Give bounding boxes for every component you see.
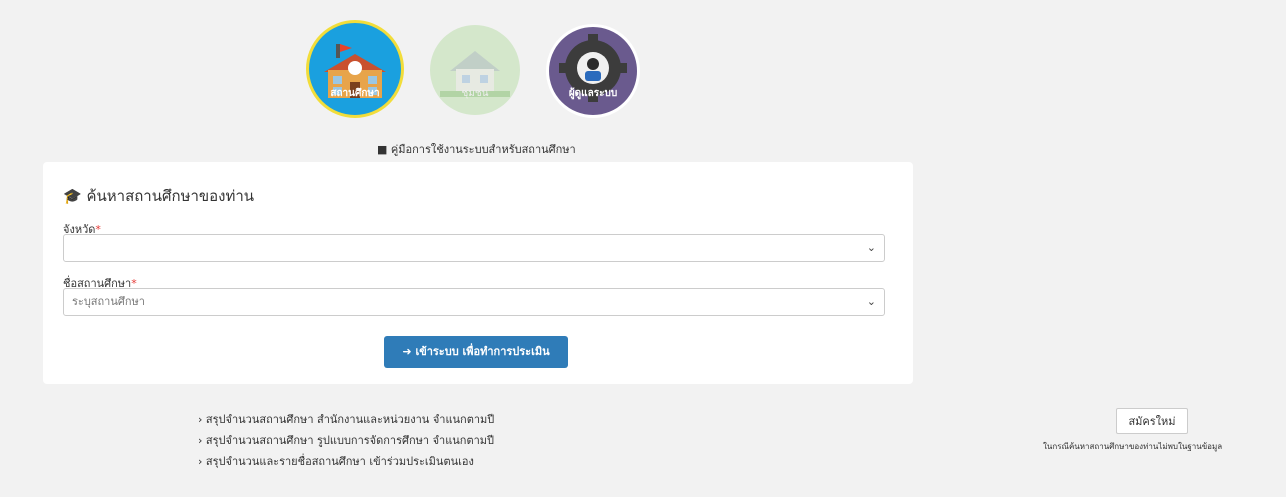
summary-link-label: สรุปจำนวนและรายชื่อสถานศึกษา เข้าร่วมประ… (205, 455, 474, 468)
school-select[interactable]: ระบุสถานศึกษา ⌄ (63, 288, 885, 316)
role-school-label: สถานศึกษา (330, 88, 380, 99)
school-icon (324, 44, 386, 98)
summary-link[interactable]: › สรุปจำนวนสถานศึกษา สำนักงานและหน่วยงาน… (198, 410, 494, 431)
login-button-label: เข้าระบบ เพื่อทำการประเมิน (415, 345, 550, 358)
graduation-cap-icon: 🎓 (63, 187, 82, 205)
summary-link[interactable]: › สรุปจำนวนสถานศึกษา รูปแบบการจัดการศึกษ… (198, 431, 494, 452)
login-button[interactable]: ➜ เข้าระบบ เพื่อทำการประเมิน (384, 336, 568, 368)
chevron-down-icon: ⌄ (866, 295, 876, 308)
role-community-label: ชุมชน (461, 88, 489, 99)
role-community-button[interactable]: ชุมชน (430, 25, 520, 115)
search-card: 🎓 ค้นหาสถานศึกษาของท่าน จังหวัด* ⌄ ชื่อส… (43, 162, 913, 384)
chevron-right-icon: › (198, 434, 203, 447)
chevron-down-icon: ⌄ (866, 241, 876, 254)
summary-link-label: สรุปจำนวนสถานศึกษา สำนักงานและหน่วยงาน จ… (205, 413, 495, 426)
search-card-title-text: ค้นหาสถานศึกษาของท่าน (86, 187, 255, 205)
manual-link-label: คู่มือการใช้งานระบบสำหรับสถานศึกษา (390, 143, 576, 156)
chevron-right-icon: › (198, 413, 203, 426)
role-admin-button[interactable]: ผู้ดูแลระบบ (546, 24, 640, 118)
school-select-placeholder: ระบุสถานศึกษา (72, 295, 145, 308)
role-school-button[interactable]: สถานศึกษา (306, 20, 404, 118)
sign-in-icon: ➜ (402, 345, 412, 358)
province-select[interactable]: ⌄ (63, 234, 885, 262)
signup-note: ในกรณีค้นหาสถานศึกษาของท่านไม่พบในฐานข้อ… (1043, 442, 1223, 451)
manual-link[interactable]: ■ คู่มือการใช้งานระบบสำหรับสถานศึกษา (377, 140, 576, 158)
signup-button[interactable]: สมัครใหม่ (1116, 408, 1188, 434)
summary-links: › สรุปจำนวนสถานศึกษา สำนักงานและหน่วยงาน… (198, 410, 494, 473)
house-icon (440, 51, 510, 97)
book-icon: ■ (377, 143, 388, 156)
role-admin-label: ผู้ดูแลระบบ (568, 88, 618, 99)
summary-link-label: สรุปจำนวนสถานศึกษา รูปแบบการจัดการศึกษา … (205, 434, 495, 447)
summary-link[interactable]: › สรุปจำนวนและรายชื่อสถานศึกษา เข้าร่วมป… (198, 452, 494, 473)
search-card-title: 🎓 ค้นหาสถานศึกษาของท่าน (63, 184, 254, 208)
chevron-right-icon: › (198, 455, 203, 468)
gear-user-icon (559, 34, 627, 102)
